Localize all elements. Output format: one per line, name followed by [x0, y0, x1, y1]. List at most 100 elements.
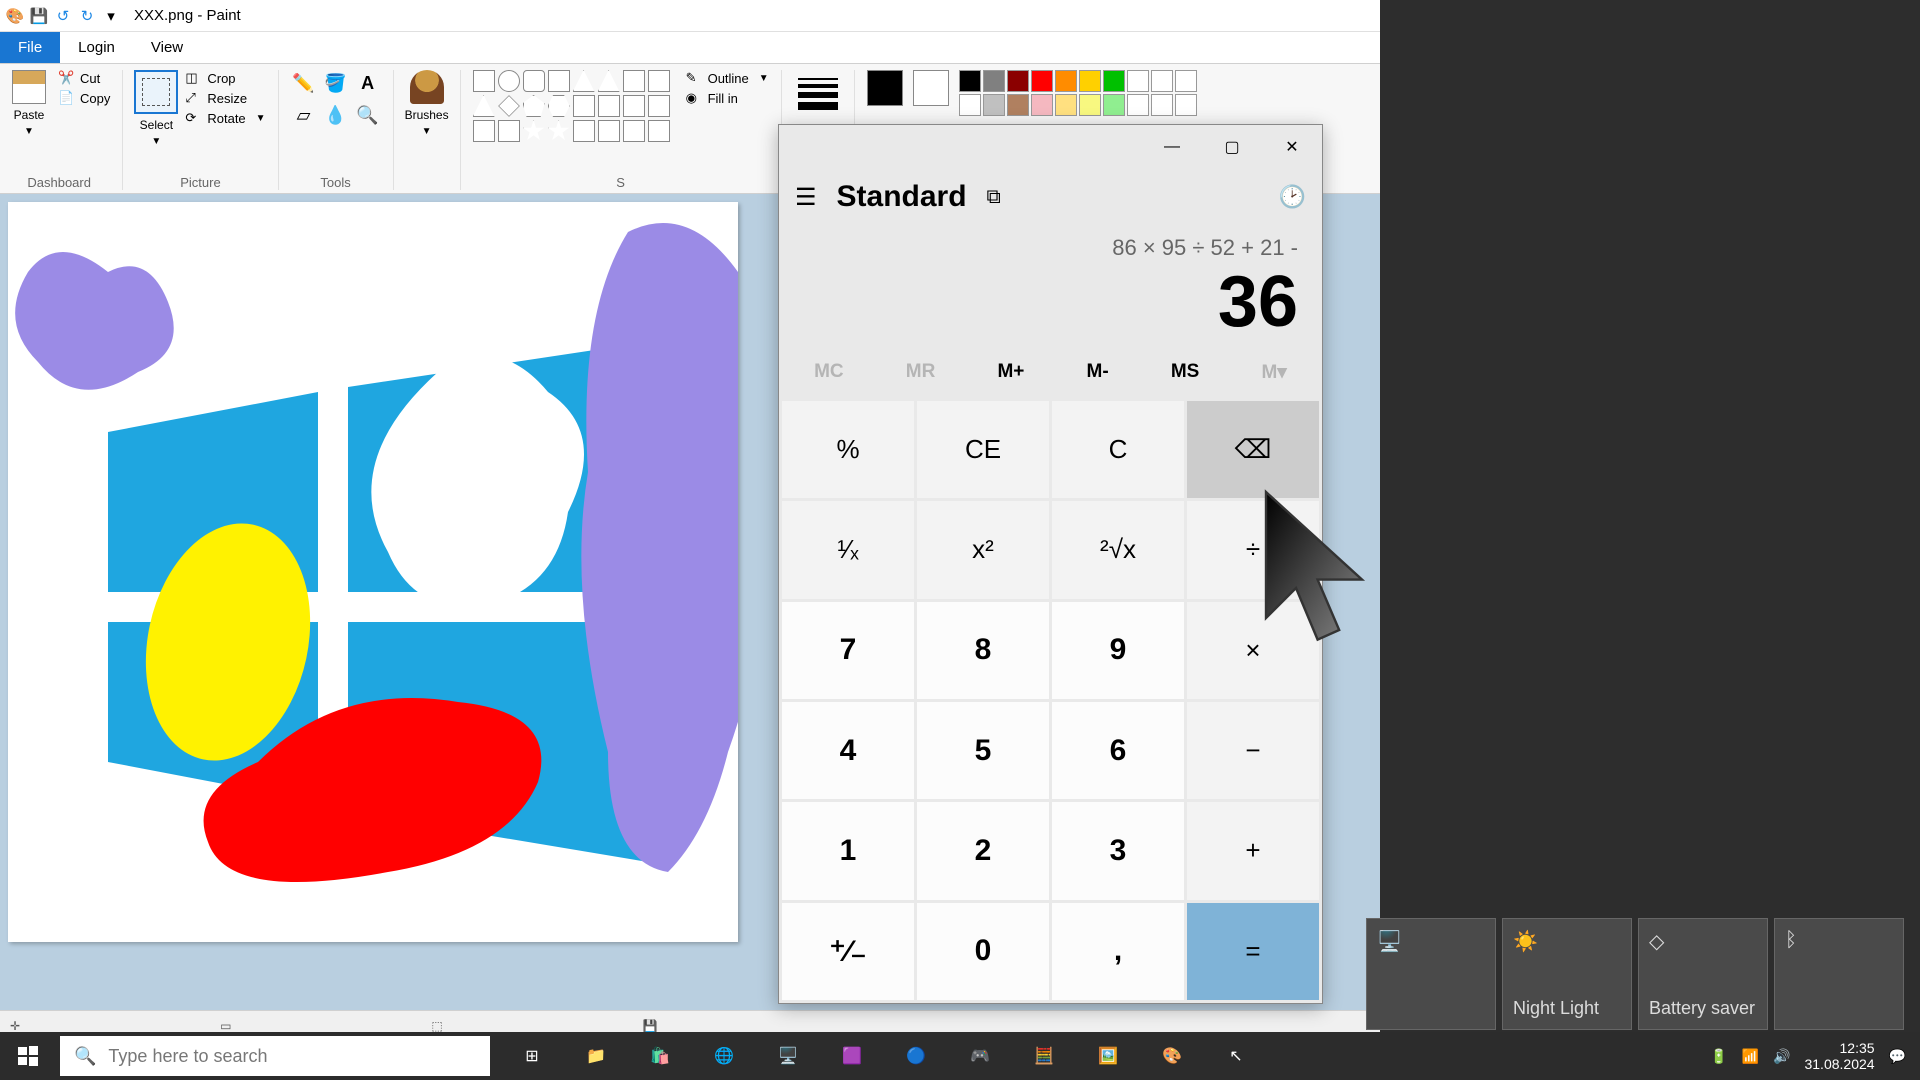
taskview-icon[interactable]: ⊞ [500, 1032, 564, 1080]
quick-customize-icon[interactable]: ▾ [102, 7, 120, 25]
tile-nightlight[interactable]: ☀️Night Light [1502, 918, 1632, 1030]
select-button[interactable]: Select ▼ [135, 70, 177, 147]
quick-undo-icon[interactable]: ↺ [54, 7, 72, 25]
quick-save-icon[interactable]: 💾 [30, 7, 48, 25]
ribbon-group-brushes: Brushes ▼ [406, 70, 461, 190]
shape-fill-button[interactable]: ◉Fill in [686, 90, 769, 106]
taskbar-search[interactable]: 🔍 Type here to search [60, 1036, 490, 1076]
eraser-tool-icon[interactable]: ▱ [291, 102, 317, 128]
key-reciprocal[interactable]: ¹⁄ₓ [782, 501, 914, 598]
key-sqrt[interactable]: ²√x [1052, 501, 1184, 598]
key-9[interactable]: 9 [1052, 602, 1184, 699]
copy-button[interactable]: 📄Copy [58, 90, 110, 106]
key-sign[interactable]: ⁺⁄₋ [782, 903, 914, 1000]
key-8[interactable]: 8 [917, 602, 1049, 699]
edge-icon[interactable]: 🌐 [692, 1032, 756, 1080]
mem-mc[interactable]: MC [814, 361, 844, 384]
menu-file[interactable]: File [0, 32, 60, 63]
key-5[interactable]: 5 [917, 702, 1049, 799]
brushes-dropdown-icon[interactable]: ▼ [422, 126, 432, 137]
mem-mminus[interactable]: M- [1087, 361, 1109, 384]
select-dropdown-icon[interactable]: ▼ [151, 136, 161, 147]
calc-menu-icon[interactable]: ☰ [795, 183, 817, 212]
calc-keypad: % CE C ⌫ ¹⁄ₓ x² ²√x ÷ 7 8 9 × 4 5 6 − 1 … [779, 398, 1322, 1003]
resize-label: Resize [207, 91, 247, 106]
status-selection-icon: ▭ [220, 1019, 231, 1033]
key-c[interactable]: C [1052, 401, 1184, 498]
monitor-icon[interactable]: 🖥️ [756, 1032, 820, 1080]
mem-mplus[interactable]: M+ [997, 361, 1024, 384]
mem-ms[interactable]: MS [1171, 361, 1200, 384]
key-minus[interactable]: − [1187, 702, 1319, 799]
media-icon[interactable]: 🟪 [820, 1032, 884, 1080]
quick-redo-icon[interactable]: ↻ [78, 7, 96, 25]
calc-ontop-icon[interactable]: ⧉ [987, 186, 1001, 209]
key-1[interactable]: 1 [782, 802, 914, 899]
text-tool-icon[interactable]: A [355, 70, 381, 96]
tile-battery-saver[interactable]: ◇Battery saver [1638, 918, 1768, 1030]
explorer-icon[interactable]: 📁 [564, 1032, 628, 1080]
cut-button[interactable]: ✂️Cut [58, 70, 110, 86]
key-ce[interactable]: CE [917, 401, 1049, 498]
shape-outline-button[interactable]: ✎Outline▼ [686, 70, 769, 86]
magnifier-tool-icon[interactable]: 🔍 [355, 102, 381, 128]
paste-dropdown-icon[interactable]: ▼ [24, 126, 34, 137]
xbox-icon[interactable]: 🎮 [948, 1032, 1012, 1080]
key-square[interactable]: x² [917, 501, 1049, 598]
picker-tool-icon[interactable]: 💧 [323, 102, 349, 128]
key-0[interactable]: 0 [917, 903, 1049, 1000]
chrome-icon[interactable]: 🔵 [884, 1032, 948, 1080]
key-6[interactable]: 6 [1052, 702, 1184, 799]
tools-group-label: Tools [320, 175, 350, 190]
paint-canvas[interactable] [8, 202, 738, 942]
calc-maximize-button[interactable]: ▢ [1202, 125, 1262, 169]
volume-tray-icon[interactable]: 🔊 [1773, 1048, 1790, 1065]
tile-project[interactable]: 🖥️ [1366, 918, 1496, 1030]
paste-button[interactable]: Paste ▼ [8, 70, 50, 137]
shapes-gallery[interactable] [473, 70, 670, 142]
battery-tray-icon[interactable]: 🔋 [1710, 1048, 1727, 1065]
key-4[interactable]: 4 [782, 702, 914, 799]
wifi-tray-icon[interactable]: 📶 [1742, 1048, 1759, 1065]
key-percent[interactable]: % [782, 401, 914, 498]
store-icon[interactable]: 🛍️ [628, 1032, 692, 1080]
resize-button[interactable]: ⤢Resize [185, 90, 265, 106]
fillin-label: Fill in [708, 91, 738, 106]
key-plus[interactable]: + [1187, 802, 1319, 899]
key-multiply[interactable]: × [1187, 602, 1319, 699]
calculator-taskbar-icon[interactable]: 🧮 [1012, 1032, 1076, 1080]
key-equals[interactable]: = [1187, 903, 1319, 1000]
nightlight-icon: ☀️ [1513, 929, 1621, 954]
key-backspace[interactable]: ⌫ [1187, 401, 1319, 498]
key-decimal[interactable]: , [1052, 903, 1184, 1000]
rotate-button[interactable]: ⟳Rotate▼ [185, 110, 265, 126]
mem-mr[interactable]: MR [906, 361, 936, 384]
calc-minimize-button[interactable]: — [1142, 125, 1202, 169]
key-2[interactable]: 2 [917, 802, 1049, 899]
menu-view[interactable]: View [133, 32, 201, 63]
calc-mode-label: Standard [837, 180, 967, 214]
start-button[interactable] [0, 1032, 56, 1080]
notifications-tray-icon[interactable]: 💬 [1889, 1048, 1906, 1065]
color2-button[interactable] [913, 70, 949, 106]
cursor-app-icon[interactable]: ↖ [1204, 1032, 1268, 1080]
fill-tool-icon[interactable]: 🪣 [323, 70, 349, 96]
calc-close-button[interactable]: ✕ [1262, 125, 1322, 169]
pencil-tool-icon[interactable]: ✏️ [291, 70, 317, 96]
key-3[interactable]: 3 [1052, 802, 1184, 899]
brushes-button[interactable]: Brushes ▼ [406, 70, 448, 137]
paint-taskbar-icon[interactable]: 🎨 [1140, 1032, 1204, 1080]
color1-button[interactable] [867, 70, 903, 106]
key-divide[interactable]: ÷ [1187, 501, 1319, 598]
size-button[interactable] [794, 70, 842, 118]
key-7[interactable]: 7 [782, 602, 914, 699]
outline-label: Outline [708, 71, 749, 86]
menu-login[interactable]: Login [60, 32, 133, 63]
photos-icon[interactable]: 🖼️ [1076, 1032, 1140, 1080]
crop-button[interactable]: ◫Crop [185, 70, 265, 86]
calc-history-icon[interactable]: 🕑 [1279, 184, 1306, 210]
tile-bluetooth[interactable]: ᛒ [1774, 918, 1904, 1030]
color-palette[interactable] [959, 70, 1197, 116]
taskbar-clock[interactable]: 12:35 31.08.2024 [1804, 1040, 1874, 1072]
mem-mlist[interactable]: M▾ [1261, 361, 1286, 384]
